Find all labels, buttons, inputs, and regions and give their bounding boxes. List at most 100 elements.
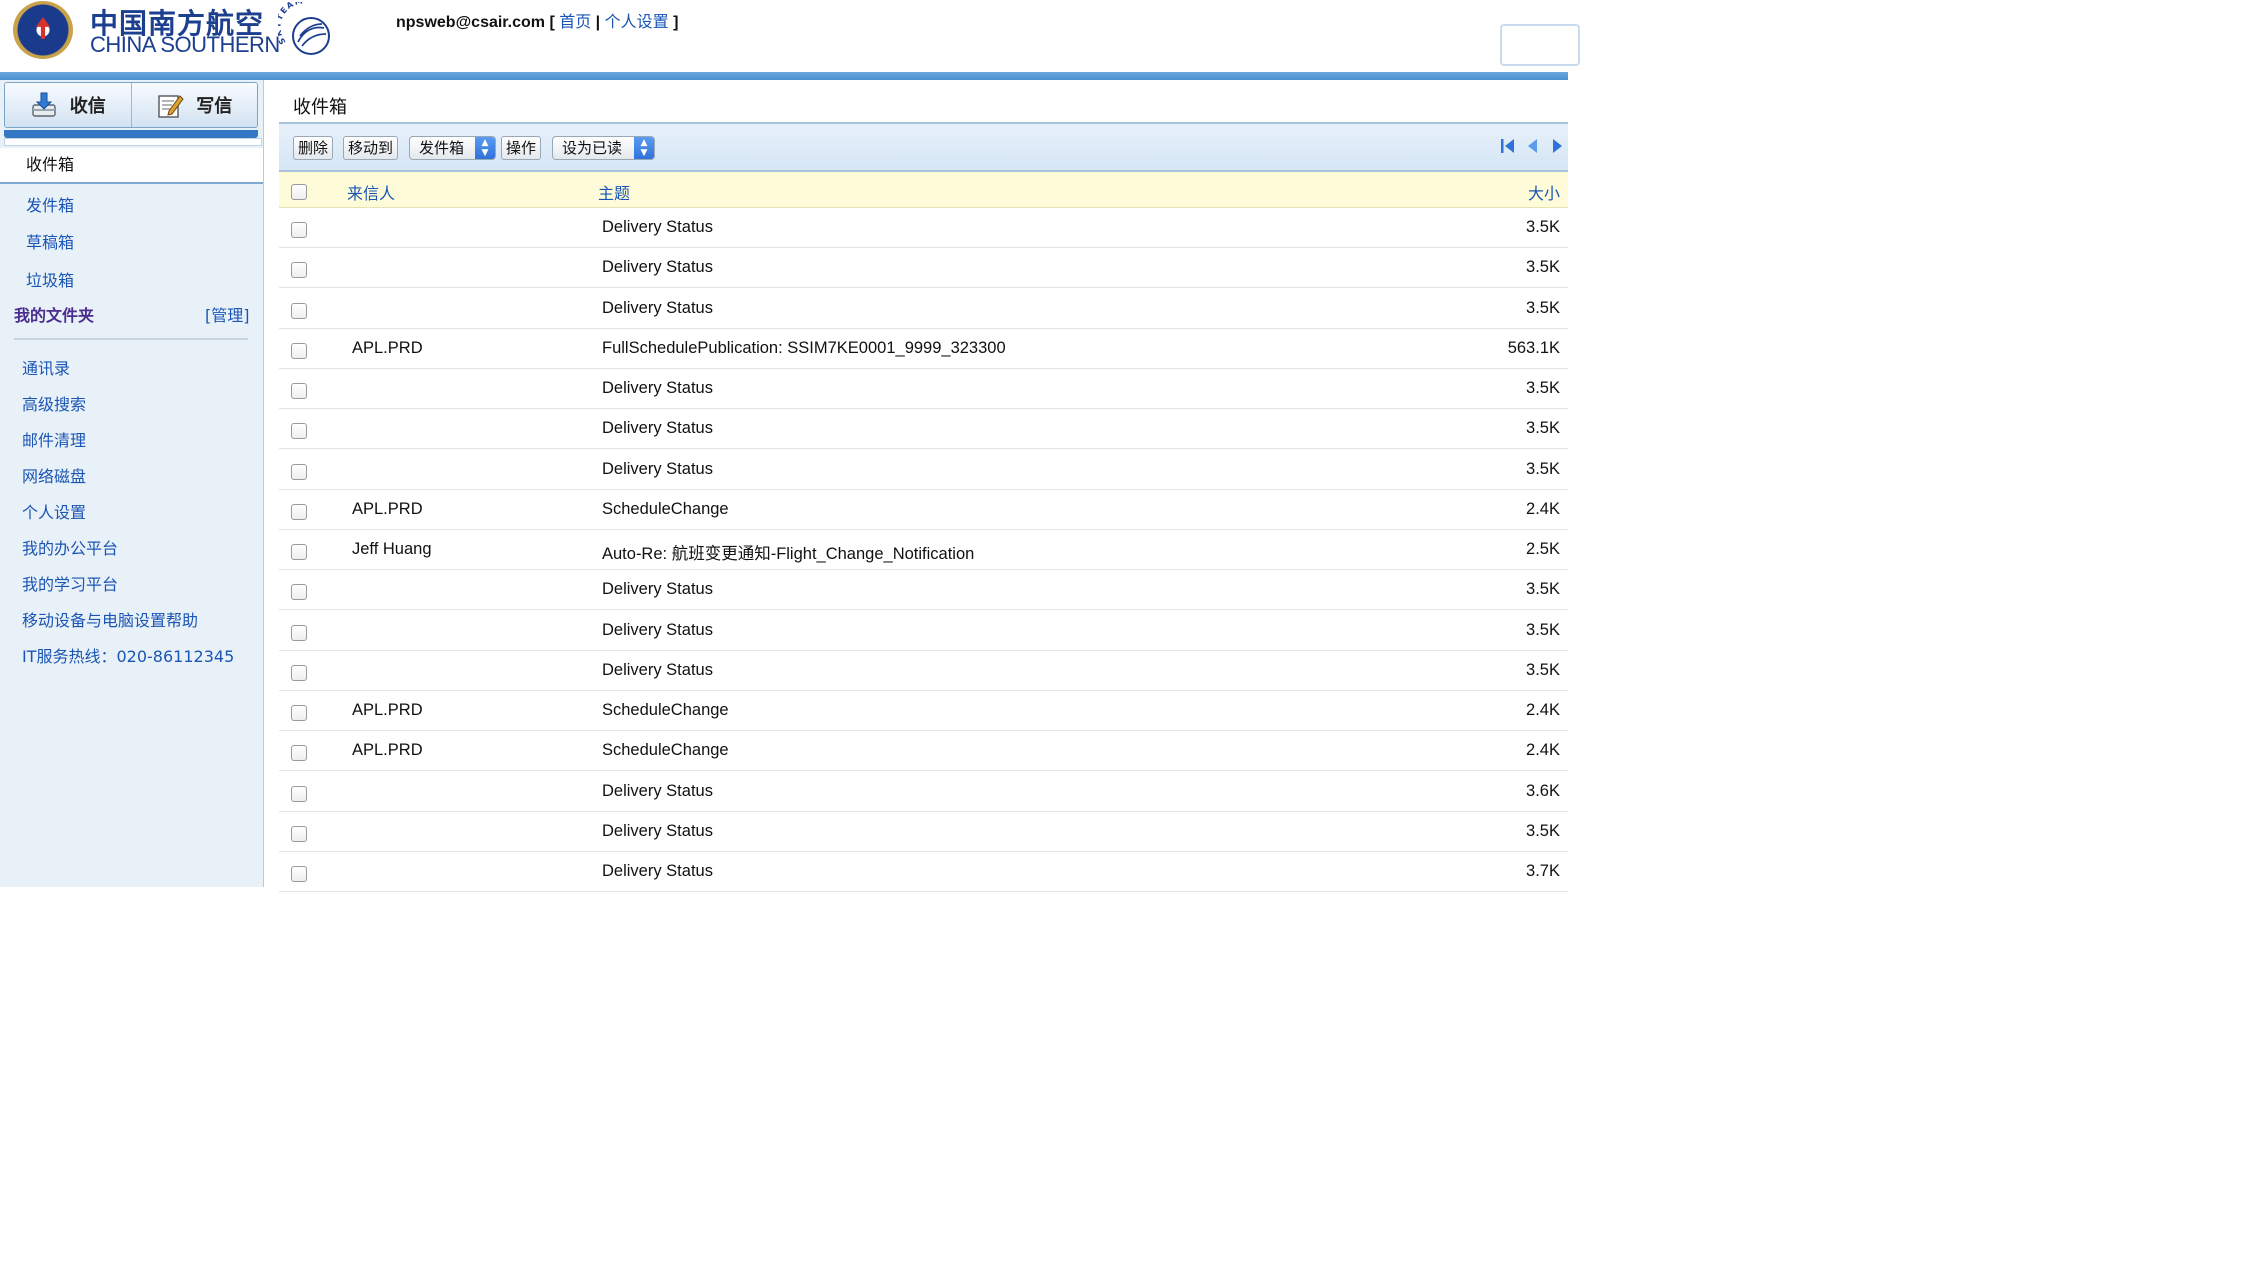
- row-checkbox[interactable]: [291, 463, 307, 480]
- row-checkbox[interactable]: [291, 544, 307, 560]
- table-row[interactable]: APL.PRD ScheduleChange 2.4K: [279, 731, 1568, 772]
- table-row[interactable]: Delivery Status 3.5K: [279, 248, 1568, 289]
- table-row[interactable]: Delivery Status 3.7K: [279, 852, 1568, 892]
- table-row[interactable]: Delivery Status 3.5K: [279, 208, 1568, 248]
- column-from[interactable]: 来信人: [347, 180, 395, 204]
- sidebar-item-personal-settings[interactable]: 个人设置: [22, 499, 86, 523]
- row-checkbox[interactable]: [291, 423, 307, 440]
- settings-link[interactable]: 个人设置: [605, 14, 669, 31]
- sidebar-item-office-platform[interactable]: 我的办公平台: [22, 535, 118, 559]
- row-checkbox[interactable]: [291, 383, 307, 399]
- row-checkbox[interactable]: [291, 745, 307, 762]
- row-checkbox[interactable]: [291, 705, 307, 721]
- sidebar-item-inbox[interactable]: 收件箱: [0, 148, 263, 184]
- table-row[interactable]: Delivery Status 3.5K: [279, 610, 1568, 651]
- sidebar-item-mail-cleanup[interactable]: 邮件清理: [22, 427, 86, 451]
- prev-page-icon[interactable]: [1523, 136, 1543, 156]
- table-row[interactable]: Delivery Status 3.5K: [279, 369, 1568, 409]
- row-checkbox[interactable]: [291, 503, 307, 520]
- row-checkbox[interactable]: [291, 785, 307, 802]
- table-row[interactable]: Delivery Status 3.5K: [279, 288, 1568, 329]
- sidebar-item-learning-platform[interactable]: 我的学习平台: [22, 571, 118, 595]
- next-page-icon[interactable]: [1547, 136, 1567, 156]
- message-subject[interactable]: Delivery Status: [602, 621, 713, 640]
- message-size: 3.6K: [1526, 781, 1560, 800]
- message-from: APL.PRD: [352, 499, 423, 518]
- message-size: 3.5K: [1526, 620, 1560, 639]
- message-subject[interactable]: Delivery Status: [602, 661, 713, 680]
- message-subject[interactable]: Delivery Status: [602, 419, 713, 438]
- move-target-select[interactable]: 发件箱 ▲ ▼: [409, 136, 496, 160]
- select-all-checkbox[interactable]: [291, 184, 307, 200]
- row-checkbox[interactable]: [291, 584, 307, 601]
- message-subject[interactable]: Delivery Status: [602, 580, 713, 599]
- logo-english-name: CHINA SOUTHERN: [90, 32, 280, 57]
- mark-as-select[interactable]: 设为已读 ▲ ▼: [552, 136, 655, 160]
- sidebar-item-contacts[interactable]: 通讯录: [22, 355, 70, 379]
- table-row[interactable]: APL.PRD ScheduleChange 2.4K: [279, 691, 1568, 731]
- message-subject[interactable]: Auto-Re: 航班变更通知-Flight_Change_Notificati…: [602, 540, 974, 564]
- sidebar-item-network-disk[interactable]: 网络磁盘: [22, 463, 86, 487]
- message-subject[interactable]: FullSchedulePublication: SSIM7KE0001_999…: [602, 339, 1006, 358]
- message-subject[interactable]: Delivery Status: [602, 862, 713, 881]
- skyteam-logo-icon: SKYTEAM: [278, 2, 330, 55]
- search-input[interactable]: [1500, 24, 1580, 66]
- compose-button[interactable]: 写信: [130, 83, 257, 127]
- message-size: 2.4K: [1526, 701, 1560, 719]
- column-size[interactable]: 大小: [1528, 180, 1560, 204]
- header-divider: [0, 72, 1568, 80]
- sidebar-item-sent[interactable]: 发件箱: [26, 192, 74, 216]
- message-size: 3.5K: [1526, 218, 1560, 236]
- manage-folders-link[interactable]: [管理]: [205, 302, 250, 326]
- table-row[interactable]: Delivery Status 3.5K: [279, 449, 1568, 490]
- message-size: 3.5K: [1526, 258, 1560, 277]
- row-checkbox[interactable]: [291, 624, 307, 641]
- sidebar-item-device-setup-help[interactable]: 移动设备与电脑设置帮助: [22, 607, 198, 631]
- user-email: npsweb@csair.com: [396, 14, 545, 31]
- message-size: 3.5K: [1526, 660, 1560, 679]
- row-checkbox[interactable]: [291, 342, 307, 359]
- delete-button[interactable]: 删除: [293, 136, 334, 160]
- message-subject[interactable]: Delivery Status: [602, 822, 713, 841]
- message-subject[interactable]: Delivery Status: [602, 218, 713, 237]
- table-row[interactable]: Delivery Status 3.5K: [279, 409, 1568, 450]
- my-folders-label: 我的文件夹: [14, 306, 95, 325]
- select-updown-icon: ▲ ▼: [475, 137, 495, 159]
- message-subject[interactable]: ScheduleChange: [602, 741, 729, 760]
- first-page-icon[interactable]: [1498, 136, 1518, 156]
- row-checkbox[interactable]: [291, 664, 307, 681]
- sidebar-item-drafts[interactable]: 草稿箱: [26, 229, 74, 253]
- sidebar-item-trash[interactable]: 垃圾箱: [26, 267, 74, 291]
- message-subject[interactable]: Delivery Status: [602, 299, 713, 318]
- message-subject[interactable]: ScheduleChange: [602, 500, 729, 519]
- column-subject[interactable]: 主题: [598, 180, 630, 204]
- table-row[interactable]: Jeff Huang Auto-Re: 航班变更通知-Flight_Change_…: [279, 530, 1568, 570]
- message-subject[interactable]: ScheduleChange: [602, 701, 729, 720]
- sidebar-item-it-hotline[interactable]: IT服务热线：020-86112345: [22, 643, 234, 667]
- message-subject[interactable]: Delivery Status: [602, 460, 713, 479]
- move-to-button[interactable]: 移动到: [343, 136, 399, 160]
- row-checkbox[interactable]: [291, 222, 307, 238]
- table-row[interactable]: Delivery Status 3.6K: [279, 771, 1568, 812]
- row-checkbox[interactable]: [291, 825, 307, 842]
- message-table-header: 来信人 主题 大小: [279, 172, 1568, 208]
- message-subject[interactable]: Delivery Status: [602, 379, 713, 398]
- home-link[interactable]: 首页: [559, 14, 591, 31]
- compose-label: 写信: [196, 96, 233, 117]
- table-row[interactable]: Delivery Status 3.5K: [279, 570, 1568, 611]
- user-bar: npsweb@csair.com [ 首页 | 个人设置 ]: [396, 14, 679, 31]
- table-row[interactable]: APL.PRD ScheduleChange 2.4K: [279, 489, 1568, 530]
- row-checkbox[interactable]: [291, 262, 307, 279]
- message-subject[interactable]: Delivery Status: [602, 258, 713, 277]
- message-from: APL.PRD: [352, 701, 423, 719]
- row-checkbox[interactable]: [291, 302, 307, 319]
- table-row[interactable]: Delivery Status 3.5K: [279, 811, 1568, 852]
- select-updown-icon: ▲ ▼: [634, 137, 654, 159]
- action-button[interactable]: 操作: [501, 136, 542, 160]
- message-subject[interactable]: Delivery Status: [602, 782, 713, 801]
- table-row[interactable]: APL.PRD FullSchedulePublication: SSIM7KE0…: [279, 328, 1568, 369]
- table-row[interactable]: Delivery Status 3.5K: [279, 650, 1568, 691]
- receive-button[interactable]: 收信: [5, 83, 131, 127]
- sidebar-item-advanced-search[interactable]: 高级搜索: [22, 391, 86, 415]
- row-checkbox[interactable]: [291, 866, 307, 882]
